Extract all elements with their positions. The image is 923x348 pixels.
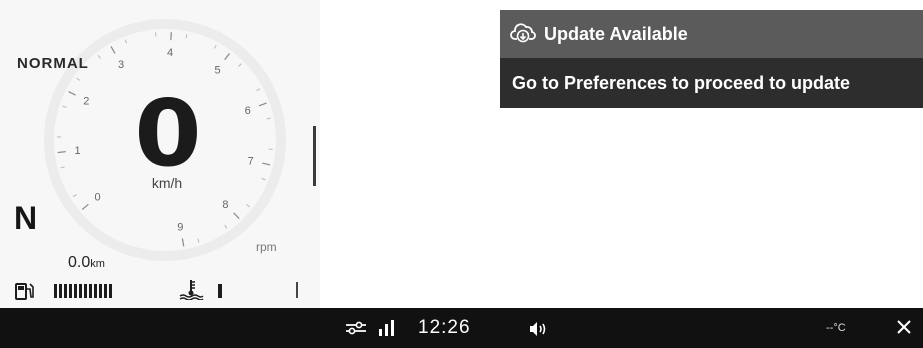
signal-icon <box>378 319 398 342</box>
gauge-minor-tick <box>72 194 77 198</box>
rpm-scale-label: 4 <box>167 47 173 59</box>
rpm-scale-label: 6 <box>245 105 251 117</box>
fuel-pump-icon <box>14 281 36 306</box>
fuel-segment <box>84 284 87 298</box>
gauge-tick <box>110 46 116 54</box>
fuel-segment <box>54 284 57 298</box>
close-icon[interactable] <box>895 318 913 341</box>
fuel-segment <box>94 284 97 298</box>
temperature-segment <box>218 284 222 298</box>
rpm-unit: rpm <box>256 240 277 254</box>
gauge-tick <box>57 151 66 154</box>
fuel-segment <box>104 284 107 298</box>
fuel-segment <box>64 284 67 298</box>
fuel-level-bar <box>54 284 112 298</box>
gauge-minor-tick <box>62 105 67 108</box>
rpm-scale-label: 7 <box>248 155 254 167</box>
fuel-segment <box>59 284 62 298</box>
gauge-minor-tick <box>124 39 128 44</box>
rpm-scale-label: 3 <box>118 59 124 71</box>
volume-icon[interactable] <box>528 321 548 342</box>
coolant-temperature-bar <box>218 284 222 298</box>
ride-mode-label: NORMAL <box>17 55 89 72</box>
odometer-value: 0.0 <box>68 254 91 271</box>
fuel-segment <box>99 284 102 298</box>
fuel-segment <box>69 284 72 298</box>
fuel-segment <box>89 284 92 298</box>
rpm-scale-label: 5 <box>214 64 220 76</box>
rpm-scale-label: 2 <box>83 96 89 108</box>
divider <box>296 282 298 298</box>
gauge-tick <box>68 90 76 96</box>
gauge-tick <box>181 238 185 247</box>
odometer-unit: km <box>90 258 105 270</box>
status-bar: 12:26 --°C <box>0 308 923 348</box>
ambient-temperature: --°C <box>826 322 846 334</box>
fuel-segment <box>74 284 77 298</box>
gauge-minor-tick <box>224 224 228 229</box>
notification-header: Update Available <box>500 10 923 58</box>
rpm-scale-label: 9 <box>177 222 183 234</box>
speed-value: 0 <box>134 80 202 187</box>
gauge-minor-tick <box>213 44 217 49</box>
gauge-minor-tick <box>246 204 251 208</box>
instrument-cluster: 0 1 2 3 4 5 6 7 8 9 NORMAL 0 km/h N rpm 0.0km <box>0 0 320 308</box>
gauge-minor-tick <box>266 117 271 120</box>
update-notification[interactable]: Update Available Go to Preferences to pr… <box>500 10 923 108</box>
gauge-minor-tick <box>185 34 188 39</box>
gauge-minor-tick <box>197 238 200 243</box>
gauge-minor-tick <box>261 177 266 181</box>
gauge-minor-tick <box>60 166 65 169</box>
gauge-tick <box>233 212 240 219</box>
rpm-scale-label: 0 <box>95 192 101 204</box>
clock: 12:26 <box>418 317 471 338</box>
gauge-minor-tick <box>97 54 101 59</box>
odometer: 0.0km <box>68 254 105 272</box>
fuel-segment <box>109 284 112 298</box>
gauge-tick <box>224 53 230 61</box>
coolant-temperature-icon <box>178 278 204 305</box>
gear-indicator: N <box>14 200 38 236</box>
speed-unit: km/h <box>151 175 183 191</box>
divider <box>313 126 316 186</box>
rpm-scale-label: 1 <box>75 145 81 157</box>
gauge-tick <box>81 203 89 210</box>
gauge-minor-tick <box>76 77 81 81</box>
settings-sliders-icon[interactable] <box>345 320 367 341</box>
notification-message[interactable]: Go to Preferences to proceed to update <box>500 58 923 108</box>
gauge-minor-tick <box>256 88 261 92</box>
gauge-tick <box>258 102 267 107</box>
notification-title: Update Available <box>544 23 688 44</box>
fuel-segment <box>79 284 82 298</box>
cloud-download-icon <box>510 20 536 49</box>
gauge-tick <box>262 162 271 166</box>
gauge-minor-tick <box>238 63 242 67</box>
rpm-scale-label: 8 <box>222 199 228 211</box>
